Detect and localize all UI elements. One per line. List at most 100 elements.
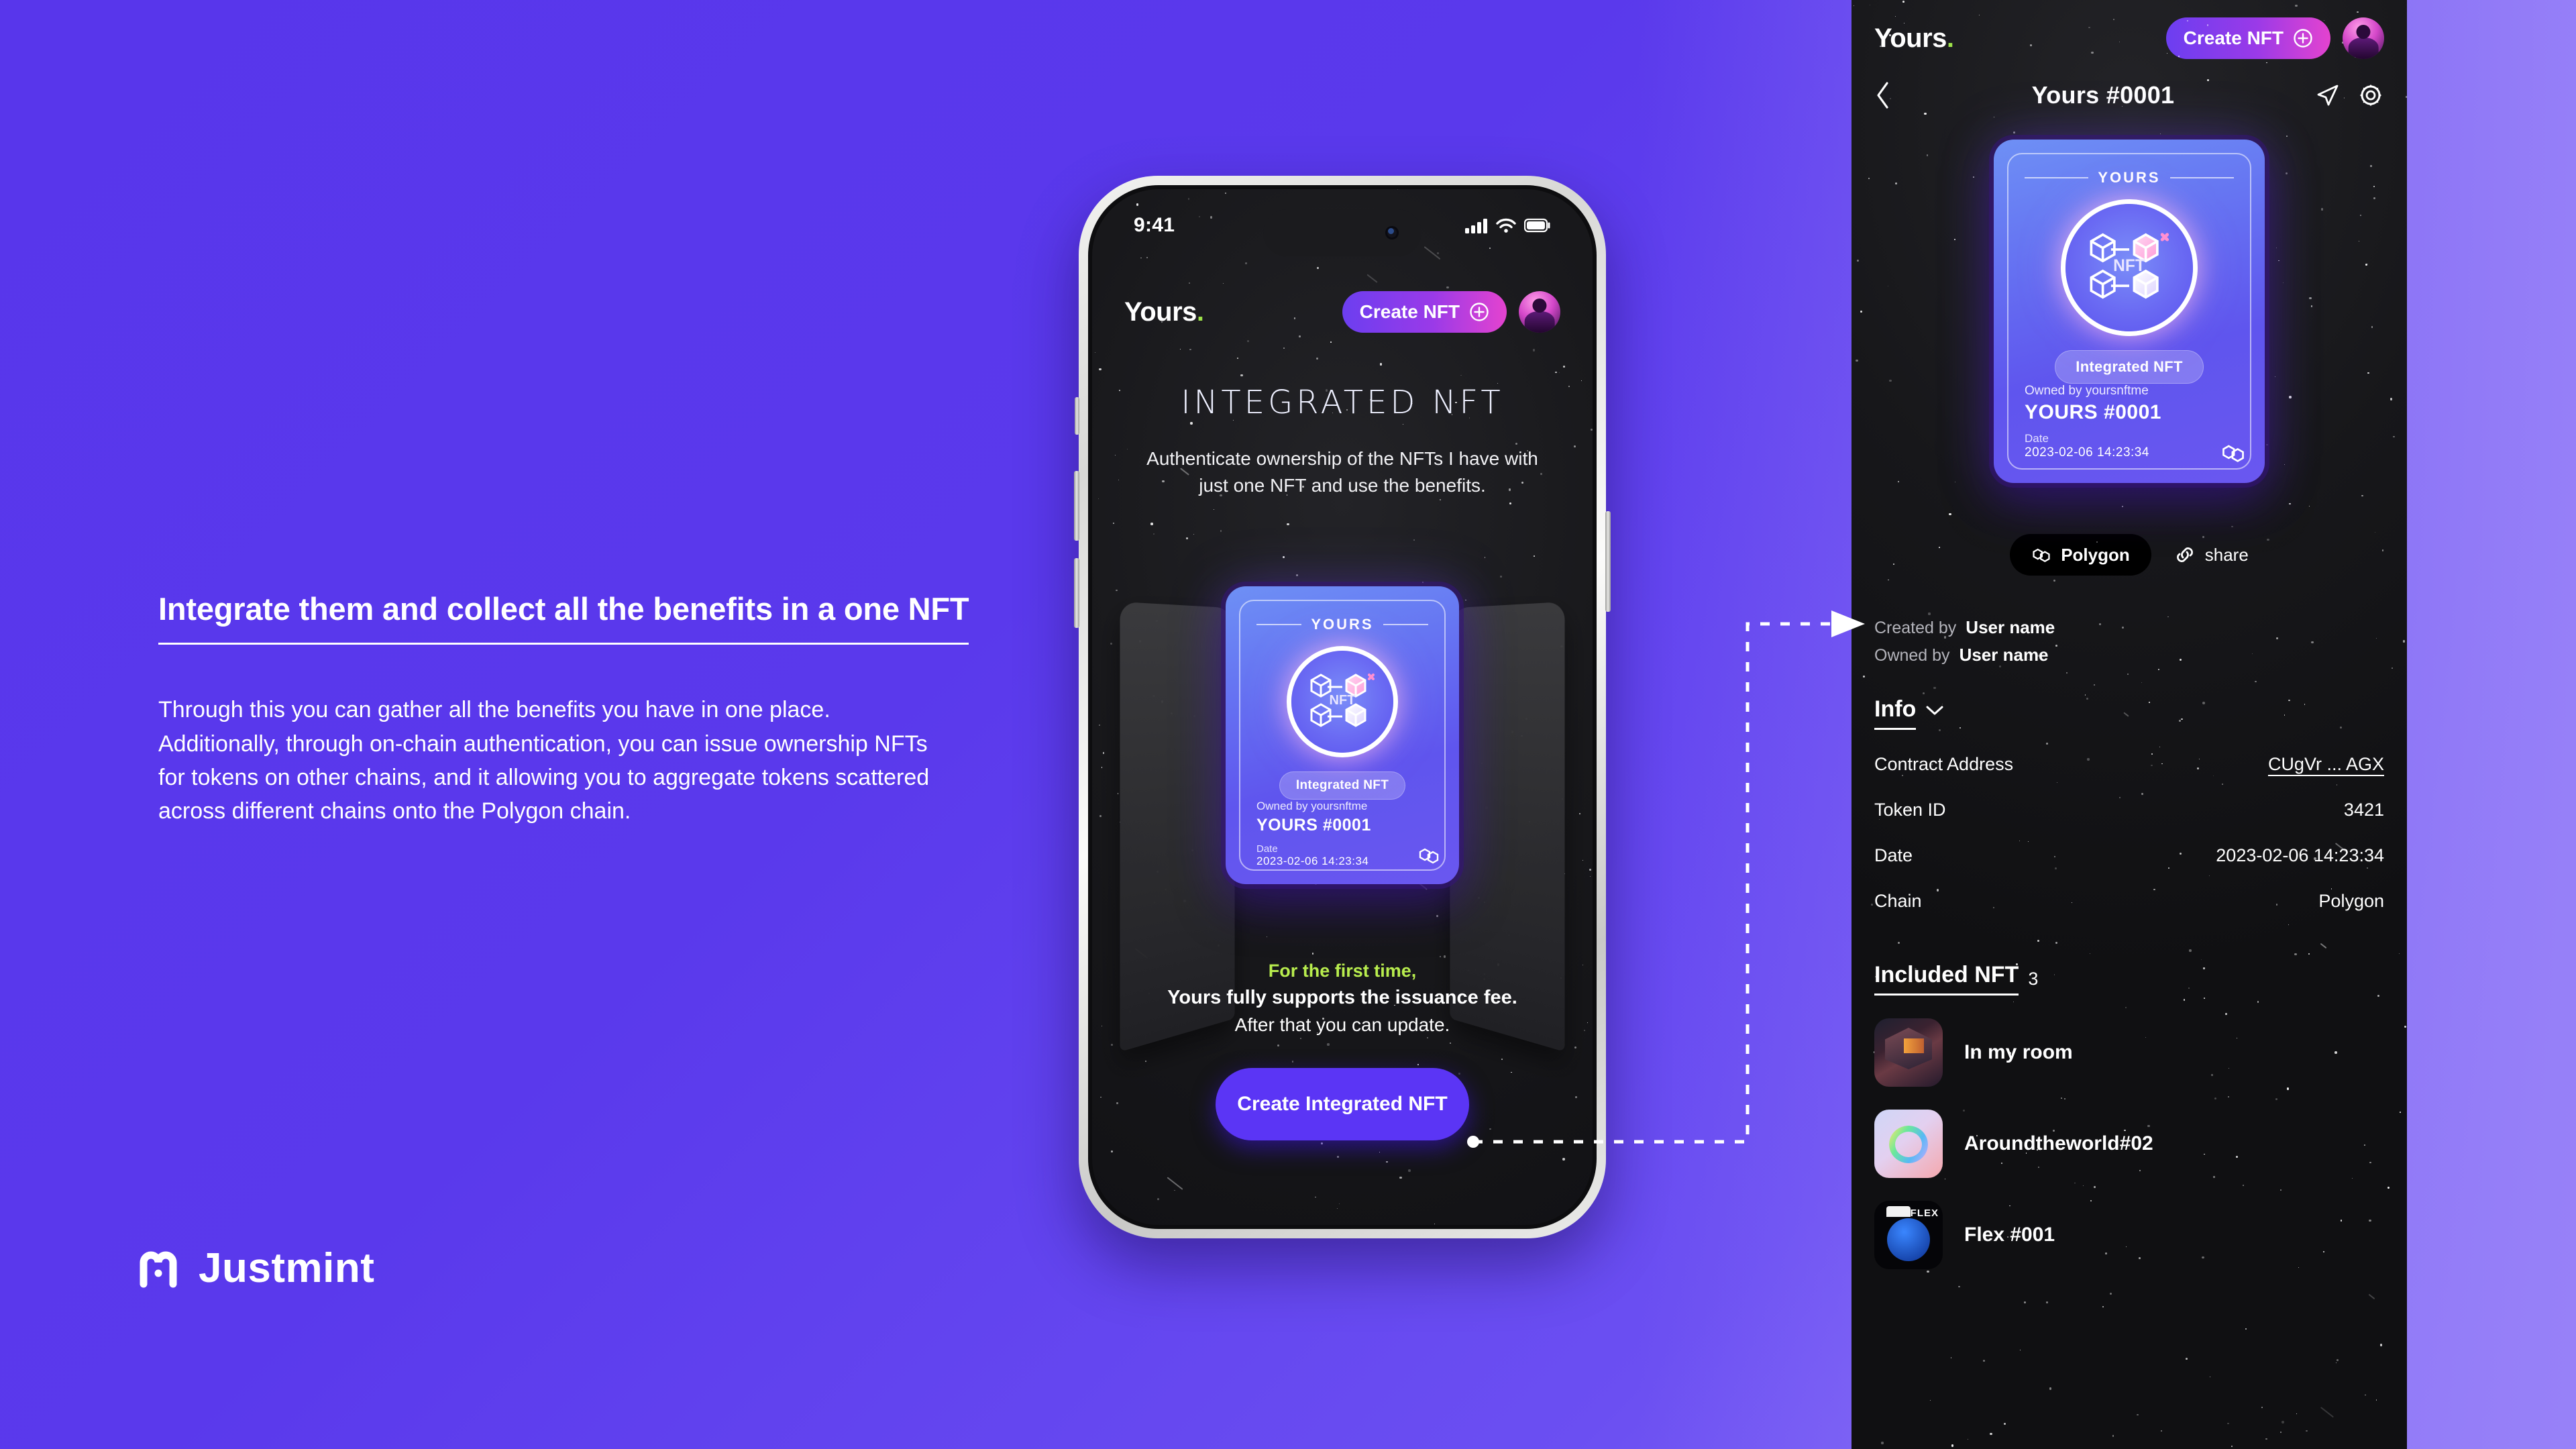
- panel-nav-actions: [2314, 82, 2384, 109]
- panel-nav-title: Yours #0001: [2031, 81, 2175, 109]
- list-item[interactable]: FLEX Flex #001: [1874, 1201, 2384, 1269]
- phone-promo-line3: After that you can update.: [1234, 1014, 1450, 1035]
- phone-nft-date-label: Date: [1256, 843, 1278, 855]
- panel-nft-name: YOURS #0001: [2025, 401, 2161, 423]
- phone-header-actions: Create NFT: [1342, 291, 1560, 333]
- info-value: 3421: [2343, 800, 2384, 820]
- panel-nft-card-inner: YOURS NFT Integrated NFT Owned by yoursn…: [2007, 153, 2251, 470]
- flex-hat-art: [1886, 1206, 1911, 1217]
- info-key: Token ID: [1874, 800, 1946, 820]
- phone-nft-orb-wrap: NFT: [1256, 651, 1428, 753]
- panel-nft-orb-wrap: NFT: [2025, 204, 2234, 331]
- phone-volume-down-button[interactable]: [1074, 558, 1079, 628]
- info-section-header[interactable]: Info: [1851, 696, 2407, 730]
- phone-bezel: 9:41 Yours. Create NFT INTEGRATED NFT Au…: [1088, 185, 1597, 1229]
- phone-nft-meta: Owned by yoursnftme YOURS #0001 Date 202…: [1256, 800, 1428, 868]
- info-rows: Contract Address CUgVr ... AGX Token ID …: [1851, 754, 2407, 936]
- svg-text:NFT: NFT: [2113, 257, 2145, 275]
- panel-user-avatar[interactable]: [2343, 17, 2384, 59]
- panel-nft-date-label: Date: [2025, 432, 2049, 445]
- included-nft-section-header: Included NFT 3: [1851, 962, 2407, 996]
- svg-text:NFT: NFT: [1330, 693, 1356, 708]
- left-copy-block: Integrate them and collect all the benef…: [158, 590, 1024, 828]
- panel-nft-orb: NFT: [2065, 204, 2193, 331]
- divider-right: [1383, 624, 1428, 625]
- polygon-logo-icon: [1419, 848, 1439, 864]
- send-icon[interactable]: [2314, 82, 2341, 109]
- phone-user-avatar[interactable]: [1519, 291, 1560, 333]
- phone-brand-name: Yours: [1124, 297, 1197, 327]
- chain-loop-art: [1889, 1126, 1928, 1163]
- phone-volume-up-button[interactable]: [1074, 471, 1079, 541]
- info-section-title: Info: [1874, 696, 1917, 730]
- list-item[interactable]: In my room: [1874, 1018, 2384, 1087]
- chevron-down-icon[interactable]: [1925, 704, 1944, 716]
- phone-promo-line2: Yours fully supports the issuance fee.: [1167, 987, 1517, 1008]
- status-time: 9:41: [1134, 214, 1175, 236]
- created-by-line: Created by User name: [1874, 617, 2384, 638]
- justmint-wordmark: Justmint: [199, 1245, 375, 1291]
- panel-nft-card-label: YOURS: [2098, 169, 2161, 186]
- info-key: Chain: [1874, 891, 1922, 911]
- phone-nft-date: 2023-02-06 14:23:34: [1256, 855, 1369, 867]
- page-headline: Integrate them and collect all the benef…: [158, 590, 969, 645]
- phone-nft-badge: Integrated NFT: [1279, 771, 1406, 800]
- panel-create-nft-button[interactable]: Create NFT: [2165, 17, 2330, 59]
- contract-address-link[interactable]: CUgVr ... AGX: [2268, 754, 2384, 775]
- phone-brand-dot: .: [1196, 297, 1204, 327]
- included-nft-title: Included NFT: [1874, 962, 2019, 996]
- list-item-label: Aroundtheworld#02: [1964, 1132, 2153, 1155]
- list-item-label: In my room: [1964, 1041, 2073, 1063]
- phone-create-nft-button[interactable]: Create NFT: [1342, 291, 1507, 333]
- panel-nft-card[interactable]: YOURS NFT Integrated NFT Owned by yoursn…: [1994, 140, 2265, 483]
- info-row: Contract Address CUgVr ... AGX: [1874, 754, 2384, 800]
- panel-create-nft-label: Create NFT: [2183, 28, 2284, 48]
- owned-by-value[interactable]: User name: [1960, 645, 2049, 665]
- included-nft-list: In my room Aroundtheworld#02 FLEX Flex #…: [1851, 1018, 2407, 1269]
- phone-mute-button[interactable]: [1075, 397, 1079, 435]
- phone-hero-title: INTEGRATED NFT: [1181, 384, 1504, 421]
- wifi-icon: [1496, 218, 1516, 233]
- flex-badge-text: FLEX: [1910, 1208, 1939, 1219]
- panel-nft-date: 2023-02-06 14:23:34: [2025, 445, 2149, 460]
- panel-nft-card-header: YOURS: [2025, 169, 2234, 186]
- blockchain-cubes-icon: NFT: [2090, 233, 2169, 299]
- phone-nft-name: YOURS #0001: [1256, 816, 1371, 835]
- info-row: Token ID 3421: [1874, 800, 2384, 845]
- share-button[interactable]: share: [2174, 545, 2249, 566]
- panel-nft-badge: Integrated NFT: [2055, 350, 2204, 384]
- phone-screen: 9:41 Yours. Create NFT INTEGRATED NFT Au…: [1092, 189, 1593, 1225]
- create-integrated-nft-button[interactable]: Create Integrated NFT: [1216, 1068, 1469, 1140]
- included-nft-count: 3: [2028, 968, 2039, 989]
- phone-nft-card[interactable]: YOURS NFT Integrated NFT Owned by yoursn…: [1226, 586, 1459, 884]
- phone-app-header: Yours. Create NFT: [1092, 283, 1593, 341]
- divider-left: [1256, 624, 1302, 625]
- phone-promo-line1: For the first time,: [1268, 961, 1417, 981]
- divider-right: [2169, 177, 2234, 178]
- list-item-label: Flex #001: [1964, 1224, 2055, 1246]
- nft-thumbnail: [1874, 1018, 1943, 1087]
- plus-circle-icon: [1470, 303, 1489, 321]
- created-by-label: Created by: [1874, 619, 1957, 637]
- panel-nft-owner: Owned by yoursnftme: [2025, 384, 2149, 398]
- info-key: Contract Address: [1874, 754, 2014, 774]
- info-value: Polygon: [2318, 891, 2384, 911]
- panel-brand-logo: Yours.: [1874, 23, 1954, 54]
- chain-chip-button[interactable]: Polygon: [2010, 534, 2151, 576]
- gear-icon[interactable]: [2357, 82, 2384, 109]
- dynamic-island: [1263, 209, 1421, 256]
- back-chevron-icon[interactable]: [1874, 80, 1892, 110]
- panel-header: Yours. Create NFT: [1851, 0, 2407, 64]
- panel-navigation-bar: Yours #0001: [1851, 64, 2407, 126]
- front-camera-icon: [1385, 226, 1399, 239]
- phone-power-button[interactable]: [1605, 511, 1611, 612]
- nft-thumbnail: FLEX: [1874, 1201, 1943, 1269]
- polygon-logo-icon: [2033, 548, 2050, 563]
- info-row: Chain Polygon: [1874, 891, 2384, 936]
- page-body-text: Through this you can gather all the bene…: [158, 697, 930, 824]
- list-item[interactable]: Aroundtheworld#02: [1874, 1110, 2384, 1178]
- phone-brand-logo: Yours.: [1124, 297, 1204, 327]
- divider-left: [2025, 177, 2089, 178]
- chain-and-share-row: Polygon share: [1851, 534, 2407, 576]
- created-by-value[interactable]: User name: [1966, 617, 2055, 638]
